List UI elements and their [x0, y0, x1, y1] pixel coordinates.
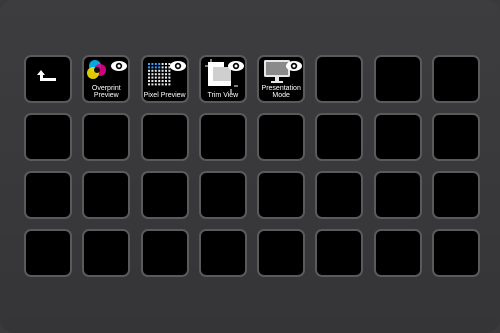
empty-key[interactable]: [432, 113, 481, 161]
empty-key[interactable]: [82, 113, 131, 161]
key-grid: Overprint Preview Pixel Preview Trim Vie…: [24, 55, 481, 277]
presentation-mode-label: Presentation Mode: [261, 85, 301, 99]
empty-key[interactable]: [373, 171, 422, 219]
empty-key[interactable]: [140, 113, 189, 161]
empty-key[interactable]: [198, 171, 247, 219]
empty-key[interactable]: [432, 55, 481, 103]
empty-key[interactable]: [140, 229, 189, 277]
empty-key[interactable]: [315, 171, 364, 219]
empty-key[interactable]: [82, 229, 131, 277]
empty-key[interactable]: [315, 113, 364, 161]
trim-view-key[interactable]: Trim View: [198, 55, 247, 103]
empty-key[interactable]: [373, 229, 422, 277]
empty-key[interactable]: [257, 171, 306, 219]
empty-key[interactable]: [432, 171, 481, 219]
overprint-preview-label: Overprint Preview: [91, 85, 121, 99]
back-arrow-icon: [37, 70, 56, 81]
empty-key[interactable]: [315, 55, 364, 103]
back-key[interactable]: [24, 55, 72, 103]
overprint-preview-key[interactable]: Overprint Preview: [82, 55, 131, 103]
empty-key[interactable]: [24, 113, 72, 161]
empty-key[interactable]: [198, 229, 247, 277]
empty-key[interactable]: [24, 229, 72, 277]
empty-key[interactable]: [198, 113, 247, 161]
stream-deck-panel: Overprint Preview Pixel Preview Trim Vie…: [0, 0, 500, 333]
empty-key[interactable]: [24, 171, 72, 219]
pixel-preview-key[interactable]: Pixel Preview: [140, 55, 189, 103]
empty-key[interactable]: [432, 229, 481, 277]
presentation-mode-key[interactable]: Presentation Mode: [257, 55, 306, 103]
empty-key[interactable]: [373, 55, 422, 103]
trim-view-label: Trim View: [207, 92, 239, 99]
empty-key[interactable]: [257, 113, 306, 161]
empty-key[interactable]: [82, 171, 131, 219]
empty-key[interactable]: [315, 229, 364, 277]
empty-key[interactable]: [373, 113, 422, 161]
pixel-preview-label: Pixel Preview: [143, 92, 186, 99]
empty-key[interactable]: [257, 229, 306, 277]
empty-key[interactable]: [140, 171, 189, 219]
